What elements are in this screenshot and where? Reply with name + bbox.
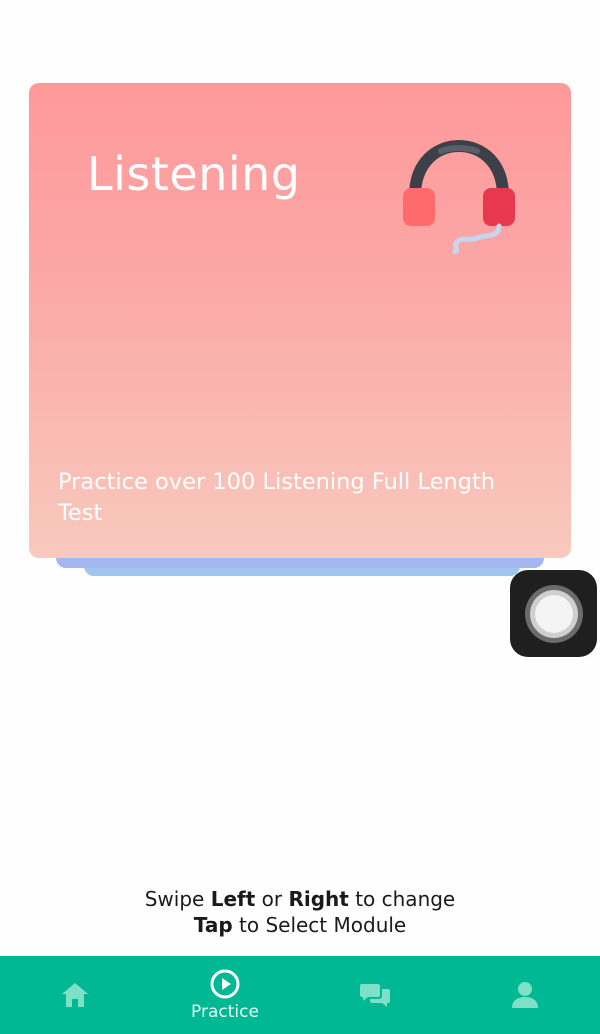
assistive-touch-icon (524, 584, 583, 643)
hint-line-2: Tap to Select Module (193, 913, 407, 937)
bottom-tab-bar: Practice (0, 956, 600, 1034)
tab-chat[interactable] (300, 956, 450, 1034)
chat-icon (360, 984, 390, 1007)
tab-practice-label: Practice (191, 1002, 259, 1022)
screen: Listening Practice over 100 Listening Fu… (0, 0, 600, 1034)
hint-line-1: Swipe Left or Right to change (144, 887, 456, 911)
module-card-listening[interactable]: Listening Practice over 100 Listening Fu… (29, 83, 571, 558)
headphones-icon (401, 138, 517, 255)
user-icon (512, 982, 538, 1008)
tab-profile[interactable] (450, 956, 600, 1034)
assistive-touch-button[interactable] (510, 570, 597, 657)
card-title: Listening (87, 147, 301, 201)
play-circle-icon (210, 969, 240, 999)
tab-practice[interactable]: Practice (150, 956, 300, 1034)
tab-home[interactable] (0, 956, 150, 1034)
home-icon (62, 983, 88, 1007)
card-description: Practice over 100 Listening Full Length … (58, 469, 496, 526)
swipe-hint: Swipe Left or Right to change Tap to Sel… (0, 886, 600, 938)
